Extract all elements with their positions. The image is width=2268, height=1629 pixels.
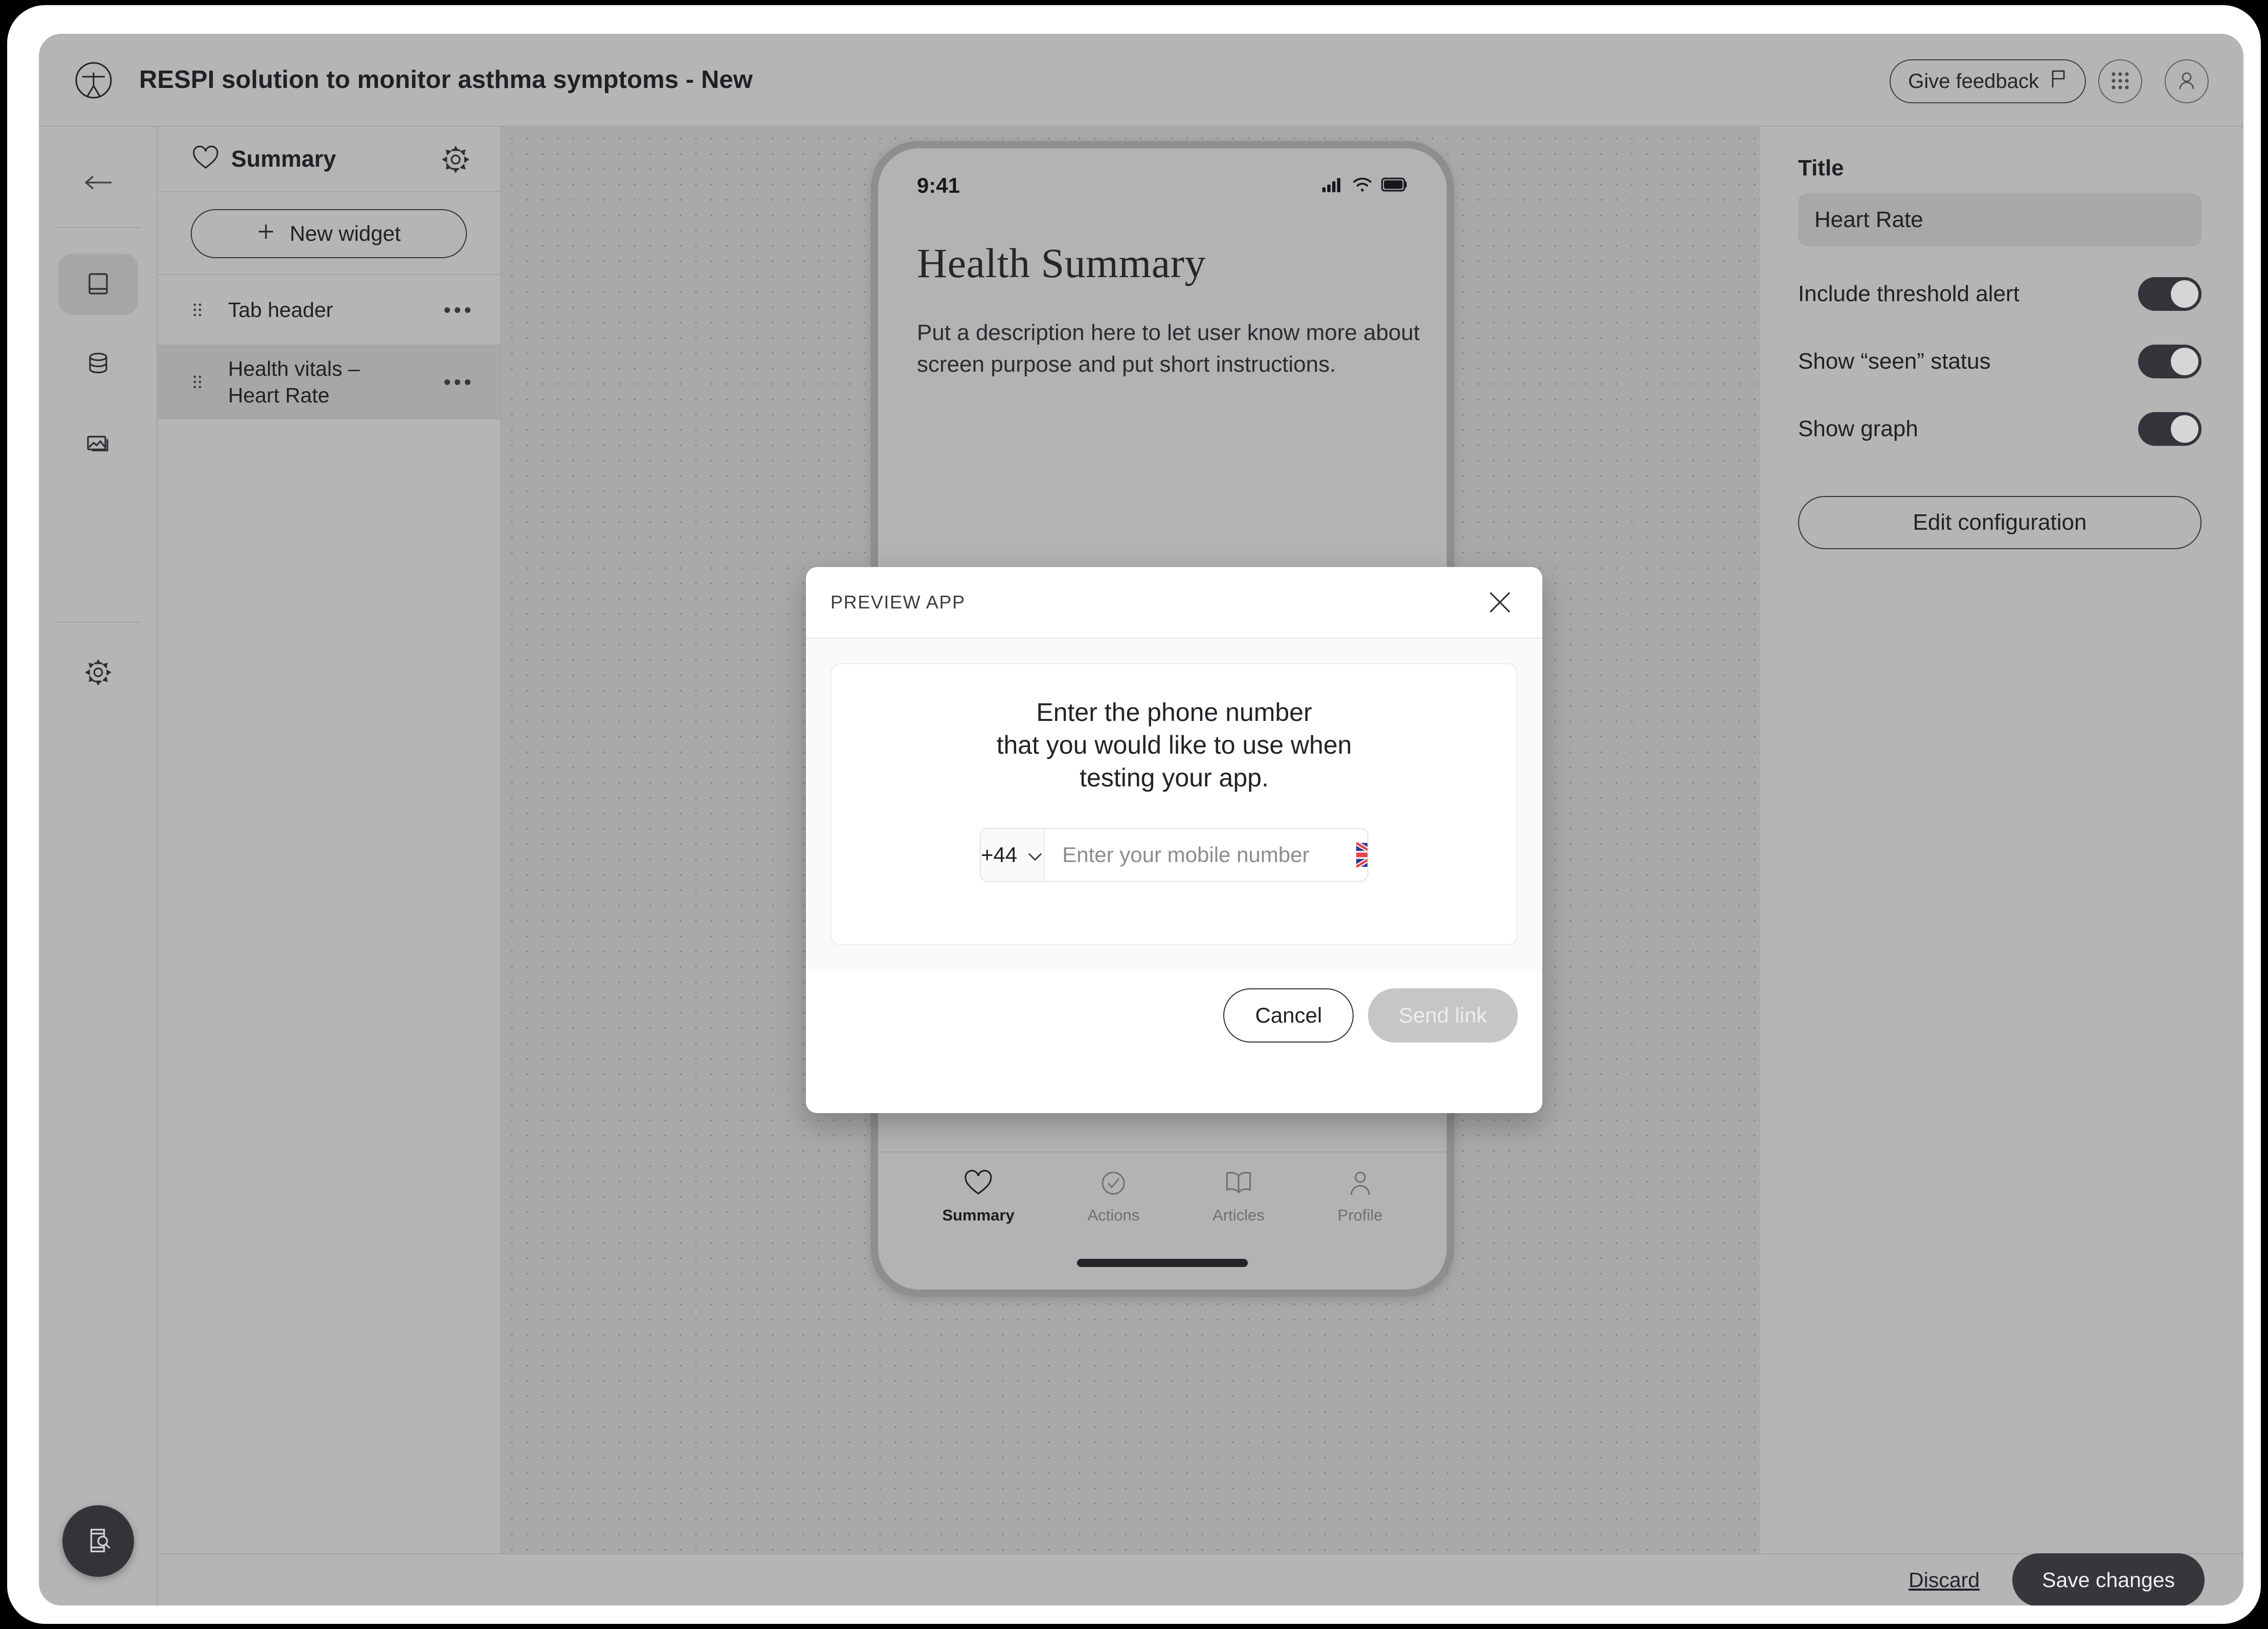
battery-icon — [1381, 177, 1408, 195]
app-window: RESPI solution to monitor asthma symptom… — [39, 34, 2243, 1605]
more-horizontal-icon[interactable] — [439, 296, 476, 324]
modal-eyebrow: PREVIEW APP — [830, 592, 965, 613]
toggle-include-threshold-alert[interactable] — [2138, 277, 2202, 311]
widgets-panel: Summary New widget Tab header Health vit… — [158, 127, 501, 1605]
edit-configuration-button[interactable]: Edit configuration — [1798, 496, 2202, 549]
gear-icon — [441, 145, 470, 175]
apps-grid-icon — [2109, 70, 2131, 94]
rail-divider — [55, 622, 141, 623]
user-avatar-icon — [2174, 69, 2199, 95]
image-stack-icon — [85, 430, 111, 458]
mobile-number-input[interactable] — [1045, 829, 1357, 881]
modal-footer: Cancel Send link — [806, 970, 1542, 1112]
toggle-show-seen-status[interactable] — [2138, 345, 2202, 378]
new-widget-button[interactable]: New widget — [191, 209, 467, 258]
app-header: RESPI solution to monitor asthma symptom… — [39, 34, 2243, 127]
back-button[interactable] — [69, 159, 128, 208]
give-feedback-button[interactable]: Give feedback — [1890, 59, 2086, 103]
phone-tab-summary[interactable]: Summary — [942, 1170, 1015, 1225]
widget-list-item-label: Tab header — [228, 298, 333, 322]
drag-handle-icon[interactable] — [188, 370, 207, 394]
chevron-down-icon — [1026, 843, 1044, 867]
heart-icon — [192, 145, 219, 172]
respi-logo-icon — [75, 61, 113, 99]
give-feedback-label: Give feedback — [1908, 70, 2039, 93]
book-icon — [1224, 1170, 1253, 1199]
phone-tab-label: Profile — [1337, 1206, 1383, 1224]
save-changes-button[interactable]: Save changes — [2012, 1553, 2205, 1605]
toggle-row-threshold-alert: Include threshold alert — [1798, 274, 2202, 314]
phone-tab-label: Actions — [1087, 1206, 1140, 1224]
panel-settings-button[interactable] — [441, 145, 470, 175]
new-widget-label: New widget — [289, 221, 401, 245]
new-widget-section: New widget — [158, 193, 500, 275]
close-icon[interactable] — [1482, 584, 1518, 620]
widgets-panel-header: Summary — [158, 127, 500, 192]
toggle-row-seen-status: Show “seen” status — [1798, 342, 2202, 381]
more-horizontal-icon[interactable] — [439, 368, 476, 396]
sidebar-item-settings[interactable] — [58, 642, 138, 704]
heart-icon — [964, 1170, 993, 1199]
modal-prompt: Enter the phone number that you would li… — [996, 698, 1352, 792]
screen-icon — [85, 270, 111, 299]
wifi-icon — [1352, 176, 1373, 195]
modal-body: Enter the phone number that you would li… — [806, 639, 1542, 970]
uk-flag-icon — [1355, 841, 1367, 869]
preview-app-modal: PREVIEW APP Enter the phone number that … — [806, 567, 1542, 1113]
phone-tabbar: Summary Actions Articles Profile — [878, 1151, 1447, 1289]
widget-list-item-label: Health vitals – Heart Rate — [228, 356, 360, 407]
inspector-panel: Title Include threshold alert Show “seen… — [1760, 127, 2243, 1553]
sidebar-item-data[interactable] — [58, 333, 138, 395]
send-link-button[interactable]: Send link — [1368, 988, 1518, 1043]
plus-icon — [257, 221, 275, 246]
left-rail — [39, 127, 158, 1605]
inspector-title-label: Title — [1798, 155, 1844, 180]
phone-input-group: +44 — [980, 828, 1368, 882]
phone-tab-profile[interactable]: Profile — [1338, 1170, 1383, 1225]
sidebar-item-media[interactable] — [58, 413, 138, 474]
widget-list-item[interactable]: Health vitals – Heart Rate — [158, 346, 500, 419]
rail-divider — [55, 227, 141, 228]
drag-handle-icon[interactable] — [188, 298, 207, 322]
sidebar-item-screens[interactable] — [58, 254, 138, 315]
bottom-action-bar: Discard Save changes — [158, 1553, 2243, 1605]
country-code-select[interactable]: +44 — [981, 829, 1045, 881]
toggle-label: Show “seen” status — [1798, 349, 1991, 374]
phone-tab-articles[interactable]: Articles — [1212, 1170, 1265, 1225]
phone-tab-actions[interactable]: Actions — [1087, 1170, 1140, 1225]
toggle-show-graph[interactable] — [2138, 412, 2202, 446]
check-circle-icon — [1099, 1170, 1128, 1199]
preview-app-button[interactable] — [62, 1505, 134, 1577]
phone-statusbar: 9:41 — [878, 170, 1447, 201]
mobile-preview-icon — [82, 1525, 114, 1558]
modal-header: PREVIEW APP — [806, 567, 1542, 639]
title-input[interactable] — [1798, 193, 2202, 246]
phone-status-time: 9:41 — [917, 173, 960, 197]
user-icon — [1346, 1170, 1375, 1199]
phone-screen-description: Put a description here to let user know … — [917, 320, 1420, 377]
toggle-row-show-graph: Show graph — [1798, 409, 2202, 449]
toggle-label: Show graph — [1798, 416, 1918, 441]
cellular-signal-icon — [1321, 176, 1343, 195]
phone-tab-label: Summary — [942, 1206, 1015, 1224]
apps-grid-button[interactable] — [2098, 59, 2142, 103]
account-button[interactable] — [2165, 59, 2209, 103]
gear-icon — [84, 659, 112, 688]
database-icon — [85, 350, 111, 378]
device-shell: RESPI solution to monitor asthma symptom… — [0, 0, 2268, 1629]
modal-card: Enter the phone number that you would li… — [830, 663, 1518, 945]
flag-icon — [2050, 69, 2068, 94]
country-code-value: +44 — [981, 843, 1018, 867]
widgets-panel-title: Summary — [231, 146, 336, 172]
page-title: RESPI solution to monitor asthma symptom… — [139, 66, 753, 94]
toggle-label: Include threshold alert — [1798, 281, 2019, 306]
phone-screen-heading: Health Summary — [917, 240, 1206, 286]
phone-tab-label: Articles — [1212, 1206, 1265, 1224]
arrow-left-icon — [83, 172, 114, 194]
home-indicator — [1077, 1259, 1248, 1267]
cancel-button[interactable]: Cancel — [1223, 988, 1354, 1043]
device-bezel: RESPI solution to monitor asthma symptom… — [7, 5, 2261, 1624]
widget-list-item[interactable]: Tab header — [158, 275, 500, 346]
discard-button[interactable]: Discard — [1908, 1568, 1980, 1592]
